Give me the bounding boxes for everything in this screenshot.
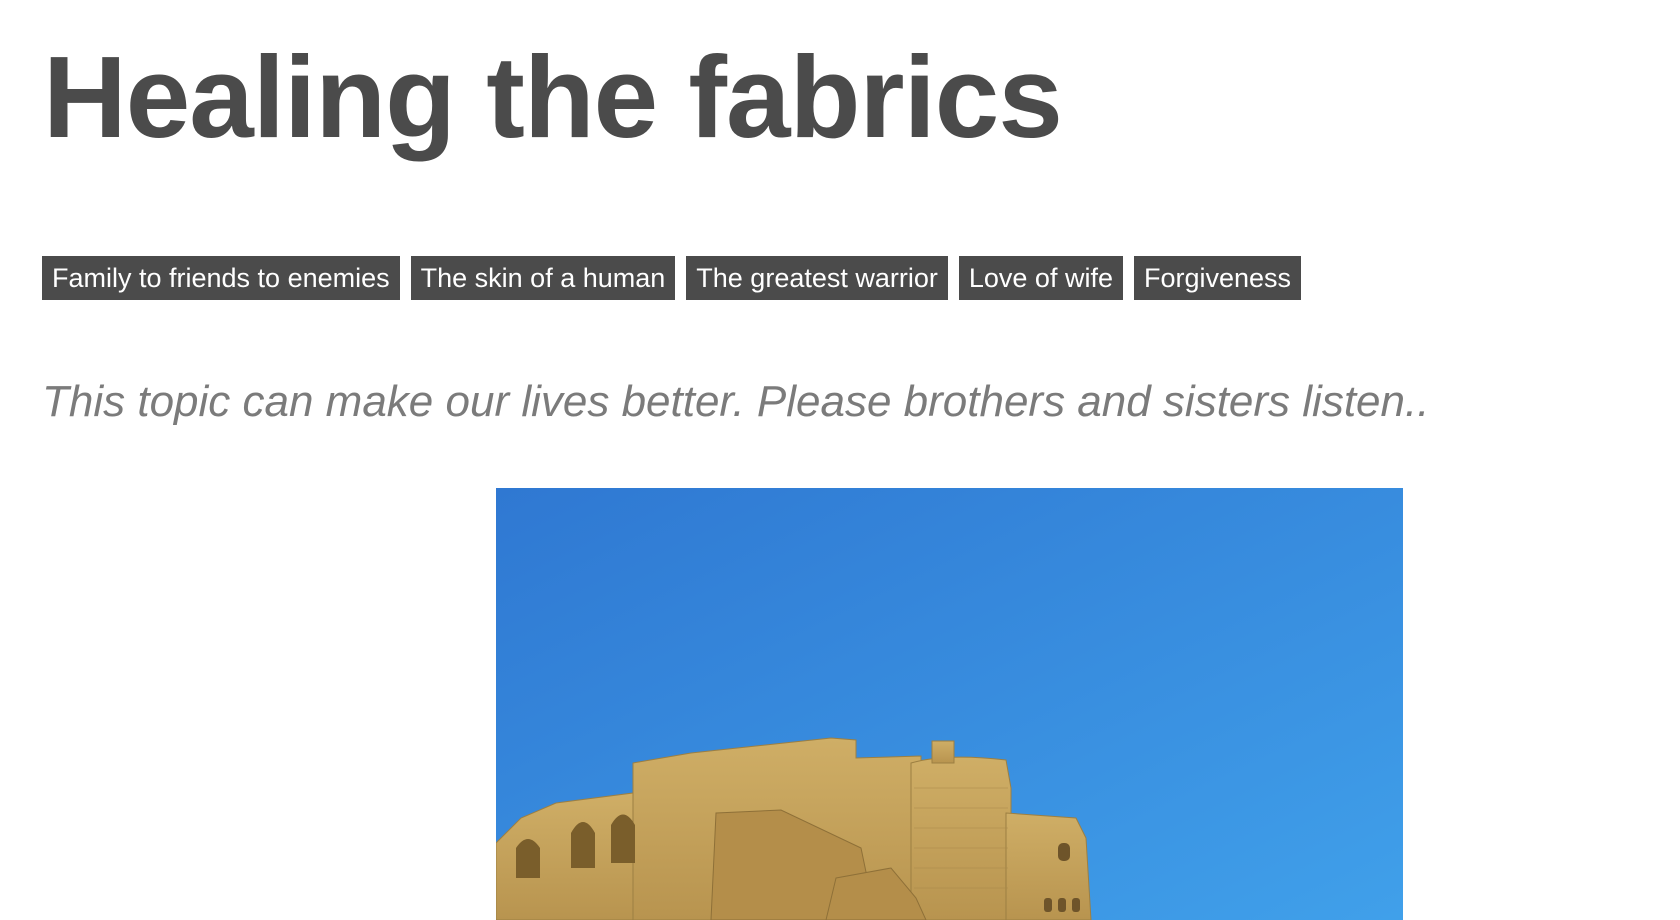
page-subtitle: This topic can make our lives better. Pl… — [42, 377, 1430, 426]
tag-the-skin-of-a-human[interactable]: The skin of a human — [410, 256, 676, 300]
page-title: Healing the fabrics — [43, 32, 1063, 162]
tag-the-greatest-warrior[interactable]: The greatest warrior — [686, 256, 948, 300]
tag-list: Family to friends to enemies The skin of… — [42, 256, 1302, 300]
hero-fortress-image — [496, 488, 1403, 920]
tag-love-of-wife[interactable]: Love of wife — [958, 256, 1123, 300]
tag-forgiveness[interactable]: Forgiveness — [1133, 256, 1302, 300]
tag-family-to-friends-to-enemies[interactable]: Family to friends to enemies — [42, 256, 400, 300]
